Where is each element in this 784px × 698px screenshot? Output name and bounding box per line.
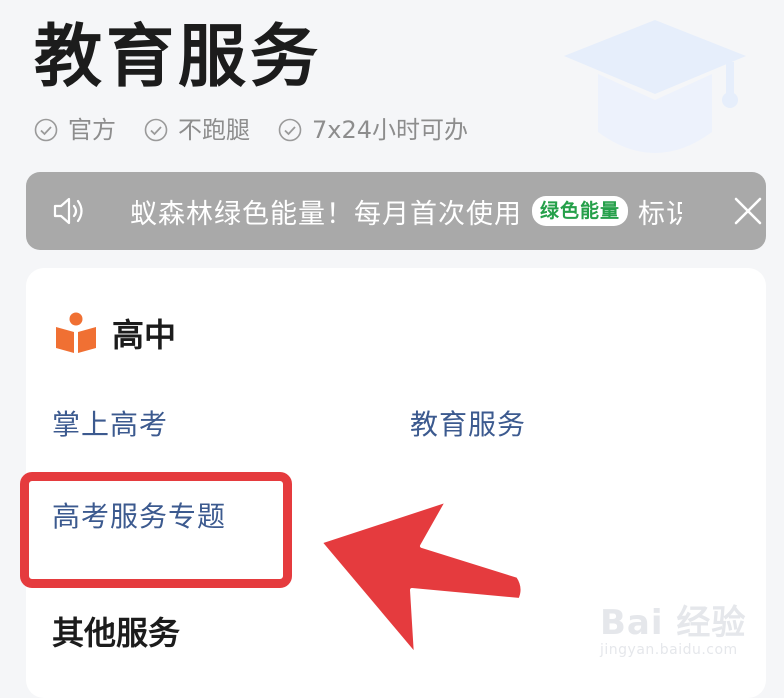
arrow-icon — [318, 498, 525, 658]
feature-official: 官方 — [34, 116, 116, 144]
section-title: 高中 — [112, 316, 177, 354]
green-energy-badge: 绿色能量 — [532, 196, 629, 226]
feature-no-errand: 不跑腿 — [144, 116, 250, 144]
feature-24h: 7x24小时可办 — [278, 116, 468, 144]
watermark-logo: Bai 经验 — [600, 603, 747, 643]
link-education-service[interactable]: 教育服务 — [410, 408, 526, 442]
check-circle-icon — [144, 118, 168, 142]
speaker-icon — [53, 197, 83, 225]
watermark-url: jingyan.baidu.com — [600, 642, 738, 658]
feature-label: 不跑腿 — [178, 116, 250, 144]
other-services-title: 其他服务 — [52, 614, 181, 652]
check-circle-icon — [278, 118, 302, 142]
book-icon — [56, 312, 96, 353]
notice-bar[interactable]: 蚁森林绿色能量！每月首次使用 绿色能量 标识的 — [26, 172, 766, 250]
close-icon[interactable] — [732, 195, 764, 227]
baidu-watermark: Bai 经验 jingyan.baidu.com — [600, 604, 750, 670]
notice-text-tail: 标识的 — [638, 198, 682, 230]
page-title: 教育服务 — [34, 18, 323, 97]
feature-label: 官方 — [68, 116, 116, 144]
feature-label: 7x24小时可办 — [312, 116, 469, 144]
feature-row: 官方 不跑腿 7x24小时可办 — [34, 116, 496, 144]
notice-marquee: 蚁森林绿色能量！每月首次使用 绿色能量 标识的 — [130, 172, 682, 250]
check-circle-icon — [34, 118, 58, 142]
section-header: 高中 — [54, 310, 176, 356]
link-gaokao-handheld[interactable]: 掌上高考 — [52, 408, 168, 442]
graduation-cap-icon — [564, 20, 746, 153]
notice-text: 蚁森林绿色能量！每月首次使用 — [130, 198, 522, 230]
annotation-highlight-box — [20, 472, 292, 588]
